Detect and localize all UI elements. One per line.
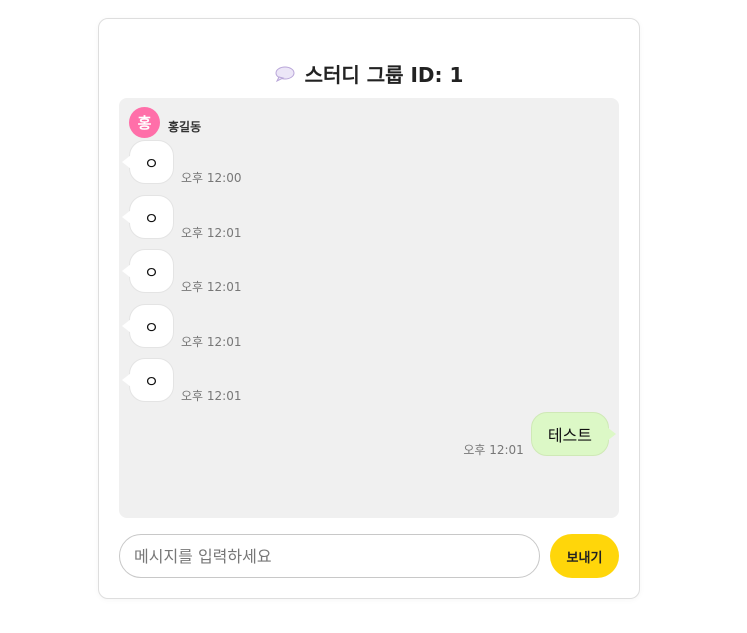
- avatar: 홍: [129, 107, 160, 138]
- my-message: 오후 12:01 테스트: [463, 412, 617, 457]
- message-time: 오후 12:01: [181, 280, 242, 294]
- message-bubble: ㅇ: [122, 140, 174, 184]
- list-item: ㅇ 오후 12:01: [122, 195, 242, 240]
- my-message-time: 오후 12:01: [463, 443, 524, 457]
- my-message-bubble: 테스트: [530, 412, 617, 456]
- message-time: 오후 12:00: [181, 171, 242, 185]
- message-time: 오후 12:01: [181, 335, 242, 349]
- list-item: ㅇ 오후 12:01: [122, 358, 242, 403]
- message-bubble: ㅇ: [122, 358, 174, 402]
- chat-messages[interactable]: 홍 홍길동 ㅇ 오후 12:00 ㅇ 오후 12:01 ㅇ 오후 12:01 ㅇ…: [119, 98, 619, 518]
- list-item: ㅇ 오후 12:01: [122, 304, 242, 349]
- sender-header: 홍 홍길동: [129, 107, 201, 138]
- list-item: ㅇ 오후 12:00: [122, 140, 242, 185]
- page-title: 스터디 그룹 ID: 1: [99, 59, 639, 88]
- list-item: ㅇ 오후 12:01: [122, 249, 242, 294]
- message-bubble: ㅇ: [122, 249, 174, 293]
- speech-bubble-icon: [275, 66, 295, 82]
- chat-card: 스터디 그룹 ID: 1 홍 홍길동 ㅇ 오후 12:00 ㅇ 오후 12:01…: [98, 18, 640, 599]
- send-button[interactable]: 보내기: [550, 534, 619, 578]
- message-time: 오후 12:01: [181, 226, 242, 240]
- sender-name: 홍길동: [168, 120, 202, 134]
- message-time: 오후 12:01: [181, 389, 242, 403]
- message-bubble: ㅇ: [122, 304, 174, 348]
- message-input[interactable]: [119, 534, 540, 578]
- page-title-text: 스터디 그룹 ID: 1: [304, 63, 464, 87]
- message-bubble: ㅇ: [122, 195, 174, 239]
